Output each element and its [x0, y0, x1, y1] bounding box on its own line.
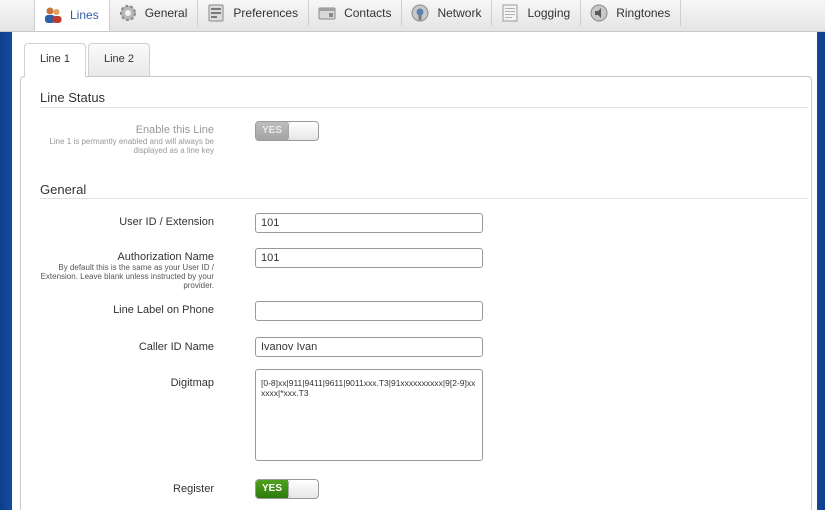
digitmap-label: Digitmap [170, 377, 214, 389]
tab-contacts-label: Contacts [344, 6, 392, 20]
contacts-icon [317, 3, 337, 23]
enable-line-toggle-state: YES [256, 122, 288, 140]
line-status-heading: Line Status [40, 90, 106, 105]
line-settings-panel: Line Status Enable this Line Line 1 is p… [20, 76, 812, 510]
tab-lines[interactable]: Lines [34, 0, 110, 31]
logging-icon [500, 3, 520, 23]
enable-line-hint: Line 1 is permantly enabled and will alw… [49, 137, 214, 155]
tab-general-label: General [144, 6, 188, 20]
enable-line-label: Enable this Line [135, 124, 214, 136]
tab-line-1[interactable]: Line 1 [24, 43, 86, 77]
top-tab-bar: Lines General Preferences Contacts Netwo… [0, 0, 825, 32]
auth-name-field[interactable] [255, 248, 483, 268]
toggle-knob [288, 480, 318, 498]
line-label-label: Line Label on Phone [113, 304, 214, 316]
general-divider [40, 198, 808, 199]
network-icon [410, 3, 430, 23]
enable-line-toggle[interactable]: YES [255, 121, 319, 141]
tab-network[interactable]: Network [402, 0, 493, 26]
general-heading: General [40, 182, 87, 197]
tab-network-label: Network [437, 6, 482, 20]
line-label-field[interactable] [255, 301, 483, 321]
users-icon [43, 5, 63, 25]
tab-preferences-label: Preferences [233, 6, 299, 20]
tab-logging-label: Logging [527, 6, 571, 20]
caller-id-label: Caller ID Name [138, 341, 214, 353]
user-id-field[interactable] [255, 213, 483, 233]
tab-logging[interactable]: Logging [492, 0, 582, 26]
speaker-icon [589, 3, 609, 23]
main-content: Line 1 Line 2 Line Status Enable this Li… [12, 32, 817, 510]
tab-ringtones-label: Ringtones [616, 6, 671, 20]
user-id-label: User ID / Extension [119, 216, 214, 228]
register-toggle-state: YES [256, 480, 288, 498]
line-tabs: Line 1 Line 2 [24, 43, 152, 77]
top-tabs: Lines General Preferences Contacts Netwo… [34, 0, 682, 32]
tab-ringtones[interactable]: Ringtones [581, 0, 682, 26]
register-label: Register [173, 483, 214, 495]
tab-preferences[interactable]: Preferences [198, 0, 310, 26]
caller-id-field[interactable] [255, 337, 483, 357]
line-status-divider [40, 107, 808, 108]
auth-name-label: Authorization Name [117, 251, 214, 263]
tab-contacts[interactable]: Contacts [309, 0, 403, 26]
tab-line-2[interactable]: Line 2 [88, 43, 150, 76]
digitmap-field[interactable]: [0-8]xx|911|9411|9611|9011xxx.T3|91xxxxx… [255, 369, 483, 461]
tab-general[interactable]: General [110, 0, 199, 26]
gear-icon [118, 3, 138, 23]
preferences-icon [206, 3, 226, 23]
auth-name-hint: By default this is the same as your User… [40, 263, 214, 290]
register-toggle[interactable]: YES [255, 479, 319, 499]
tab-lines-label: Lines [70, 8, 99, 22]
toggle-knob [288, 122, 318, 140]
